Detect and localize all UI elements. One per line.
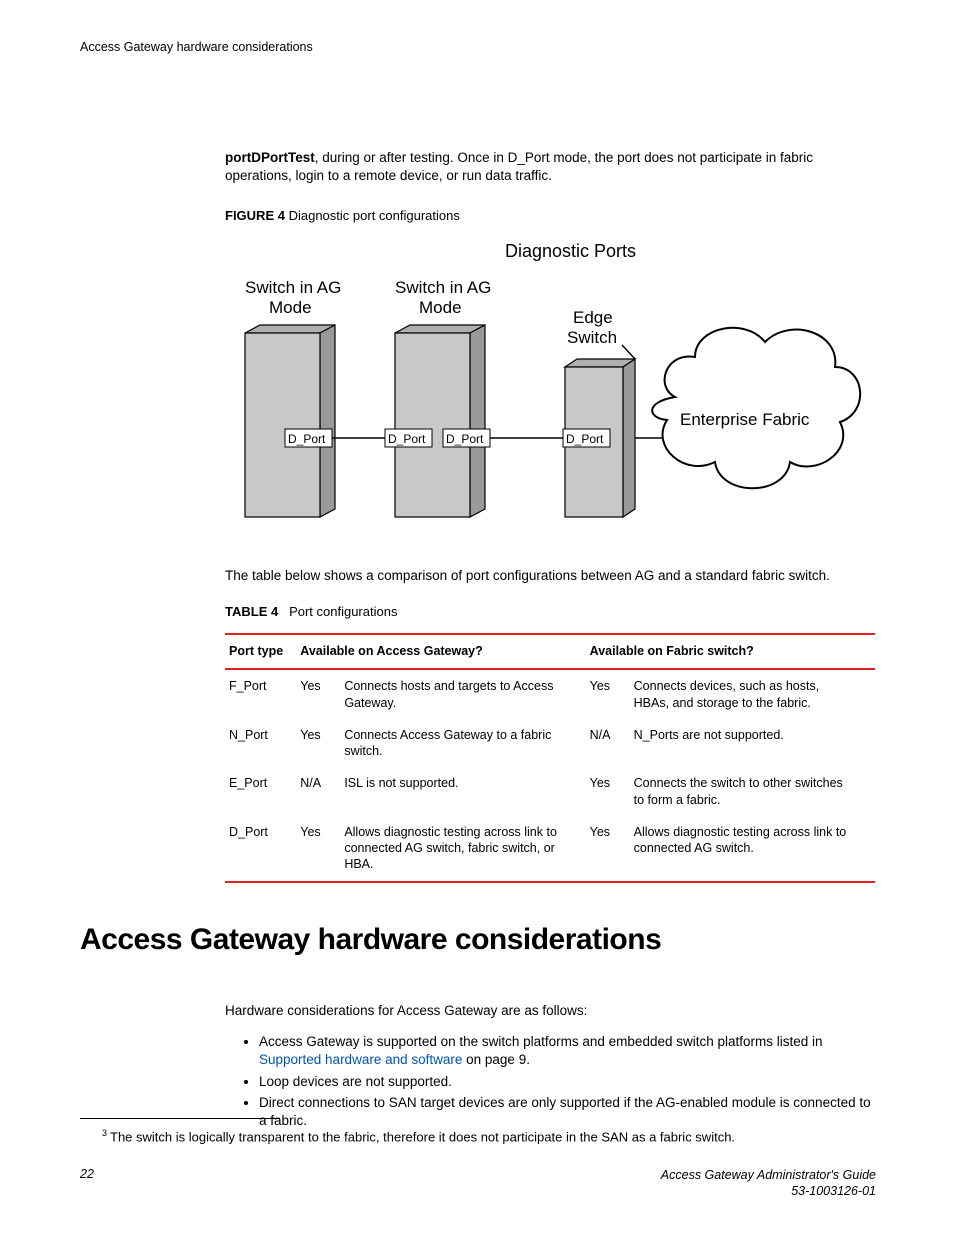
table-row: N_PortYesConnects Access Gateway to a fa… bbox=[225, 719, 875, 768]
cell-type: F_Port bbox=[225, 669, 296, 719]
cloud-label: Enterprise Fabric bbox=[680, 410, 810, 429]
figure-label: FIGURE 4 bbox=[225, 208, 285, 223]
hw-intro: Hardware considerations for Access Gatew… bbox=[225, 1002, 875, 1020]
cell-ag-yn: Yes bbox=[296, 719, 340, 768]
diagram-title: Diagnostic Ports bbox=[505, 241, 636, 261]
th-fs: Available on Fabric switch? bbox=[586, 634, 875, 669]
cell-ag-desc: ISL is not supported. bbox=[340, 767, 585, 816]
dport-2: D_Port bbox=[388, 432, 426, 446]
table-row: F_PortYesConnects hosts and targets to A… bbox=[225, 669, 875, 719]
cell-fs-yn: Yes bbox=[586, 816, 630, 882]
box2-label-l2: Mode bbox=[419, 298, 462, 317]
hw-list: Access Gateway is supported on the switc… bbox=[225, 1033, 875, 1130]
list-item: Loop devices are not supported. bbox=[259, 1073, 875, 1091]
footnote: 3The switch is logically transparent to … bbox=[102, 1128, 872, 1144]
intro-bold: portDPortTest bbox=[225, 150, 315, 165]
cell-fs-desc: N_Ports are not supported. bbox=[630, 719, 875, 768]
dport-4: D_Port bbox=[566, 432, 604, 446]
table-caption: TABLE 4 Port configurations bbox=[225, 603, 875, 621]
list-item: Access Gateway is supported on the switc… bbox=[259, 1033, 875, 1069]
cell-ag-desc: Connects Access Gateway to a fabric swit… bbox=[340, 719, 585, 768]
cell-fs-desc: Allows diagnostic testing across link to… bbox=[630, 816, 875, 882]
section-heading: Access Gateway hardware considerations bbox=[80, 923, 661, 957]
figure-caption-text: Diagnostic port configurations bbox=[289, 208, 460, 223]
table-label: TABLE 4 bbox=[225, 604, 278, 619]
cell-ag-desc: Allows diagnostic testing across link to… bbox=[340, 816, 585, 882]
box3-label-l2: Switch bbox=[567, 328, 617, 347]
cell-ag-desc: Connects hosts and targets to Access Gat… bbox=[340, 669, 585, 719]
box2-label-l1: Switch in AG bbox=[395, 278, 491, 297]
list-item: Direct connections to SAN target devices… bbox=[259, 1094, 875, 1130]
cell-fs-desc: Connects the switch to other switches to… bbox=[630, 767, 875, 816]
cell-fs-yn: Yes bbox=[586, 767, 630, 816]
after-figure-text: The table below shows a comparison of po… bbox=[225, 567, 875, 585]
footer-docnum: 53-1003126-01 bbox=[791, 1184, 876, 1198]
footer-title: Access Gateway Administrator's Guide bbox=[661, 1168, 876, 1182]
footnote-num: 3 bbox=[102, 1128, 107, 1138]
page-number: 22 bbox=[80, 1167, 94, 1181]
link-supported-hw[interactable]: Supported hardware and software bbox=[259, 1052, 462, 1067]
box3-label-l1: Edge bbox=[573, 308, 613, 327]
footnote-text: The switch is logically transparent to t… bbox=[110, 1129, 735, 1144]
footnote-rule bbox=[80, 1118, 280, 1119]
cell-fs-yn: N/A bbox=[586, 719, 630, 768]
cell-ag-yn: N/A bbox=[296, 767, 340, 816]
dport-3: D_Port bbox=[446, 432, 484, 446]
cell-ag-yn: Yes bbox=[296, 816, 340, 882]
figure-caption: FIGURE 4 Diagnostic port configurations bbox=[225, 207, 875, 225]
intro-paragraph: portDPortTest, during or after testing. … bbox=[225, 149, 875, 185]
cell-fs-desc: Connects devices, such as hosts, HBAs, a… bbox=[630, 669, 875, 719]
cell-type: E_Port bbox=[225, 767, 296, 816]
table-row: E_PortN/AISL is not supported.YesConnect… bbox=[225, 767, 875, 816]
cell-type: D_Port bbox=[225, 816, 296, 882]
figure-diagram: Diagnostic Ports Switch in AG Mode D_Por… bbox=[225, 237, 875, 552]
cell-ag-yn: Yes bbox=[296, 669, 340, 719]
table-row: D_PortYesAllows diagnostic testing acros… bbox=[225, 816, 875, 882]
box1-label-l2: Mode bbox=[269, 298, 312, 317]
th-port-type: Port type bbox=[225, 634, 296, 669]
cell-type: N_Port bbox=[225, 719, 296, 768]
dport-1: D_Port bbox=[288, 432, 326, 446]
cell-fs-yn: Yes bbox=[586, 669, 630, 719]
th-ag: Available on Access Gateway? bbox=[296, 634, 585, 669]
box1-label-l1: Switch in AG bbox=[245, 278, 341, 297]
table-caption-text: Port configurations bbox=[289, 604, 397, 619]
port-config-table: Port type Available on Access Gateway? A… bbox=[225, 633, 875, 882]
running-header: Access Gateway hardware considerations bbox=[80, 40, 313, 54]
